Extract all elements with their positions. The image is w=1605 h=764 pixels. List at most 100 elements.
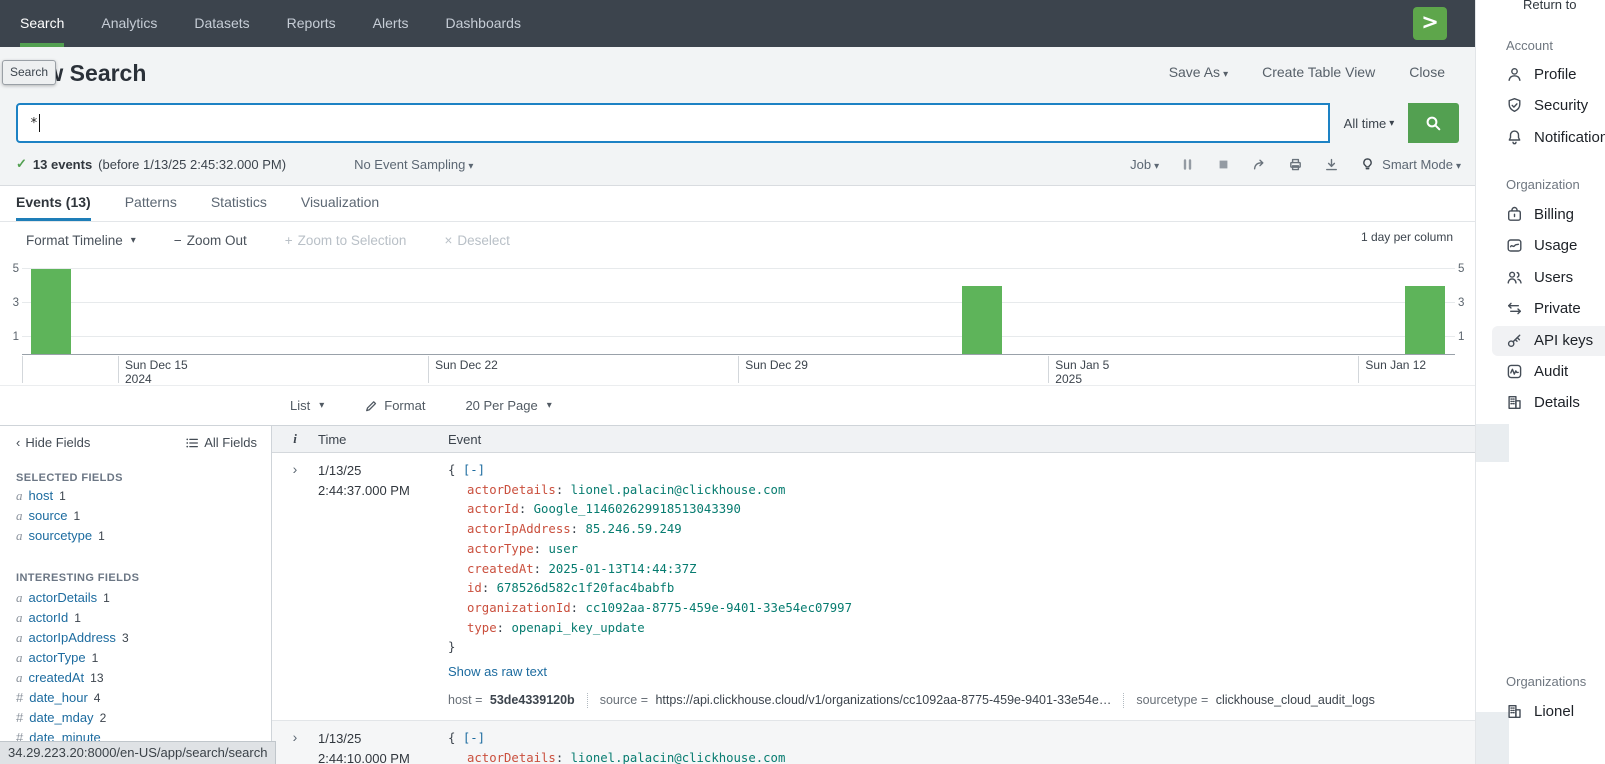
timeline-bar[interactable] [962,286,1002,354]
job-menu[interactable]: Job▾ [1130,157,1159,172]
chevron-down-icon: ▾ [1154,161,1159,172]
nav-item-analytics[interactable]: Analytics [101,0,157,47]
sidebar-section-organizations: Organizations [1506,674,1586,689]
search-button[interactable] [1408,103,1459,143]
meta-field-host[interactable]: host = 53de4339120b [448,691,575,711]
hide-fields-link[interactable]: ‹Hide Fields [16,435,90,450]
field-name-link[interactable]: actorIpAddress [29,630,116,645]
json-key: type [467,621,497,635]
close-button[interactable]: Close [1409,64,1445,80]
results-controls: List▾ Format 20 Per Page▾ [0,385,1475,425]
field-item-actoripaddress[interactable]: aactorIpAddress3 [16,630,129,646]
expand-chevron-icon[interactable]: › [272,729,318,764]
nav-item-dashboards[interactable]: Dashboards [445,0,521,47]
per-page-dropdown[interactable]: 20 Per Page▾ [465,398,551,413]
browser-status-url: 34.29.223.20:8000/en-US/app/search/searc… [0,741,276,764]
event-json: { [-]actorDetails: lionel.palacin@clickh… [448,729,1475,764]
chart-plot-area[interactable] [22,260,1455,355]
timeline-bar[interactable] [31,269,71,354]
nav-item-datasets[interactable]: Datasets [194,0,249,47]
sidebar-item-usage[interactable]: Usage [1506,237,1577,254]
sidebar-item-users[interactable]: Users [1506,269,1573,286]
format-timeline-dropdown[interactable]: Format Timeline▾ [26,233,136,248]
sidebar-item-api-keys[interactable]: API keys [1506,332,1593,349]
field-name-link[interactable]: createdAt [29,670,85,685]
tab-events-13[interactable]: Events (13) [16,186,91,221]
sidebar-item-lionel[interactable]: Lionel [1506,703,1574,720]
tab-statistics[interactable]: Statistics [211,186,267,221]
header-actions: Save As▾ Create Table View Close [1169,64,1445,80]
chevron-down-icon: ▾ [319,400,324,411]
tab-patterns[interactable]: Patterns [125,186,177,221]
sidebar-item-private[interactable]: Private [1506,300,1581,317]
json-collapse-toggle[interactable]: [-] [463,463,485,477]
print-icon[interactable] [1288,157,1303,172]
field-name-link[interactable]: actorDetails [29,590,98,605]
splunk-app-window: Search Analytics Datasets Reports Alerts Dash… [0,0,1475,764]
field-name-link[interactable]: date_mday [29,710,93,725]
pause-icon[interactable] [1180,157,1195,172]
show-raw-text-link[interactable]: Show as raw text [448,662,1475,682]
nav-item-search[interactable]: Search [20,0,64,47]
nav-item-reports[interactable]: Reports [287,0,336,47]
deselect-button[interactable]: ×Deselect [444,233,509,248]
sidebar-item-security[interactable]: Security [1506,97,1588,114]
return-to-link[interactable]: Return to [1523,0,1576,12]
plus-icon: + [285,233,293,248]
expand-chevron-icon[interactable]: › [272,461,318,720]
field-item-sourcetype[interactable]: asourcetype1 [16,528,105,544]
x-axis-tick [22,356,23,383]
timeline-bar[interactable] [1405,286,1445,354]
y-axis-tick-label: 1 [5,331,19,343]
sidebar-item-details[interactable]: Details [1506,394,1580,411]
field-name-link[interactable]: sourcetype [29,528,93,543]
splunk-logo-icon[interactable]: > [1413,7,1447,40]
field-item-actorid[interactable]: aactorId1 [16,610,81,626]
meta-field-source[interactable]: source = https://api.clickhouse.cloud/v1… [600,691,1112,711]
column-event: Event [448,432,1475,447]
field-name-link[interactable]: actorId [29,610,69,625]
field-item-actortype[interactable]: aactorType1 [16,650,98,666]
share-icon[interactable] [1252,157,1267,172]
json-pair: actorDetails: lionel.palacin@clickhouse.… [448,749,1475,764]
search-input[interactable]: * [16,103,1330,143]
field-name-link[interactable]: source [29,508,68,523]
json-collapse-toggle[interactable]: [-] [463,731,485,745]
sidebar-section-account: Account [1506,38,1553,53]
field-name-link[interactable]: actorType [29,650,86,665]
field-item-host[interactable]: ahost1 [16,488,66,504]
sidebar-item-profile[interactable]: Profile [1506,66,1577,83]
chart-gridline [22,336,1455,337]
field-item-date-hour[interactable]: #date_hour4 [16,690,100,705]
chevron-down-icon: ▾ [1389,118,1394,129]
nav-item-alerts[interactable]: Alerts [373,0,409,47]
field-name-link[interactable]: host [29,488,54,503]
field-name-link[interactable]: date_hour [29,690,88,705]
format-results-button[interactable]: Format [364,398,425,413]
list-view-dropdown[interactable]: List▾ [290,398,324,413]
stop-icon[interactable] [1216,157,1231,172]
save-as-button[interactable]: Save As▾ [1169,64,1228,80]
download-icon[interactable] [1324,157,1339,172]
meta-field-sourcetype[interactable]: sourcetype = clickhouse_cloud_audit_logs [1136,691,1375,711]
smart-mode-dropdown[interactable]: Smart Mode▾ [1360,157,1461,172]
chevron-left-icon: ‹ [16,435,20,450]
field-item-actordetails[interactable]: aactorDetails1 [16,590,110,606]
zoom-to-selection-button[interactable]: +Zoom to Selection [285,233,407,248]
sidebar-item-notifications[interactable]: Notifications [1506,129,1605,146]
field-type-prefix: a [16,508,23,523]
field-count: 13 [90,671,103,685]
sidebar-item-billing[interactable]: Billing [1506,206,1574,223]
all-fields-link[interactable]: All Fields [185,435,257,450]
sidebar-item-audit[interactable]: Audit [1506,363,1568,380]
time-range-picker[interactable]: All time▾ [1330,103,1408,143]
create-table-view-button[interactable]: Create Table View [1262,64,1375,80]
event-sampling-dropdown[interactable]: No Event Sampling▾ [354,157,473,172]
field-count: 2 [100,711,107,725]
field-item-source[interactable]: asource1 [16,508,80,524]
zoom-out-button[interactable]: −Zoom Out [174,233,247,248]
field-item-date-mday[interactable]: #date_mday2 [16,710,106,725]
field-item-createdat[interactable]: acreatedAt13 [16,670,104,686]
tab-visualization[interactable]: Visualization [301,186,379,221]
check-icon: ✓ [16,156,27,172]
